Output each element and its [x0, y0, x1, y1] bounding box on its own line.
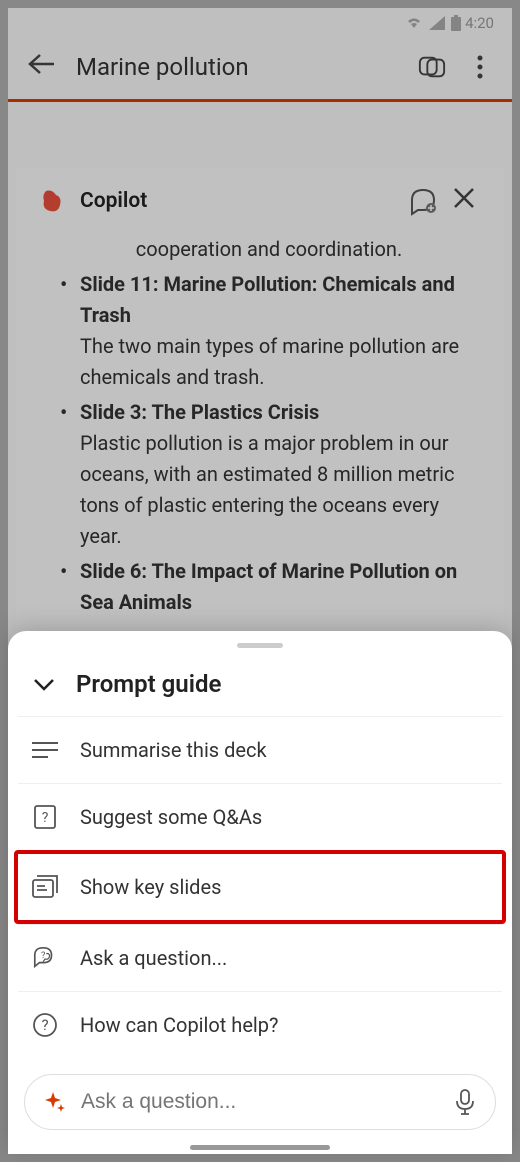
svg-text:?: ?	[42, 810, 49, 826]
prompt-label: Ask a question...	[80, 946, 227, 970]
question-input[interactable]	[81, 1090, 441, 1114]
prompt-label: Show key slides	[80, 875, 221, 899]
prompt-suggest-qa[interactable]: ? Suggest some Q&As	[18, 783, 502, 850]
prompt-summarise[interactable]: Summarise this deck	[18, 716, 502, 783]
prompt-label: How can Copilot help?	[80, 1013, 278, 1037]
chat-question-icon: ?	[32, 945, 58, 971]
svg-text:?: ?	[41, 950, 46, 961]
chevron-down-icon	[32, 676, 56, 692]
question-input-bar[interactable]	[24, 1074, 496, 1130]
sparkle-icon	[43, 1090, 67, 1114]
prompt-guide-header[interactable]: Prompt guide	[8, 656, 512, 716]
drag-handle[interactable]	[237, 643, 283, 648]
microphone-icon[interactable]	[455, 1089, 477, 1115]
home-indicator	[190, 1145, 330, 1150]
prompt-how-help[interactable]: ? How can Copilot help?	[18, 991, 502, 1058]
summarise-icon	[32, 737, 58, 763]
key-slides-icon	[32, 874, 58, 900]
prompt-show-key-slides[interactable]: Show key slides	[14, 850, 506, 924]
prompt-guide-sheet: Prompt guide Summarise this deck ? Sugge…	[8, 631, 512, 1154]
prompt-label: Summarise this deck	[80, 738, 267, 762]
qa-icon: ?	[32, 804, 58, 830]
help-icon: ?	[32, 1012, 58, 1038]
prompt-label: Suggest some Q&As	[80, 805, 262, 829]
prompt-ask-question[interactable]: ? Ask a question...	[18, 924, 502, 991]
prompt-guide-title: Prompt guide	[76, 670, 221, 698]
svg-text:?: ?	[41, 1016, 48, 1034]
